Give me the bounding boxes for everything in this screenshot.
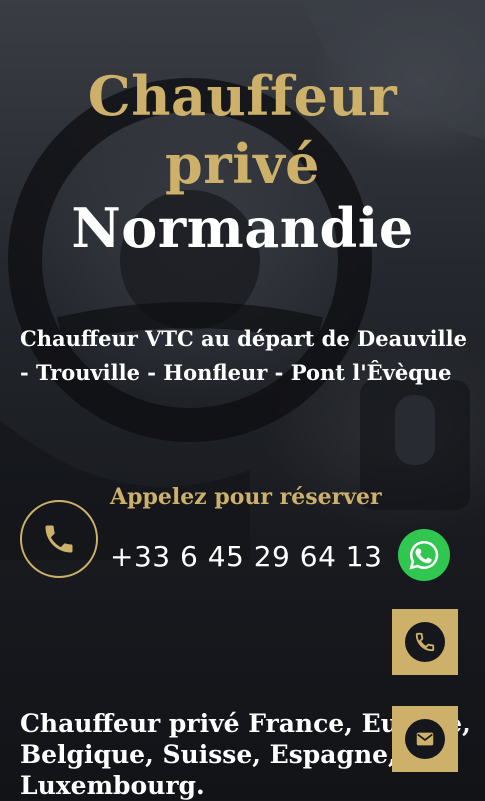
floating-call-button[interactable]	[392, 609, 458, 675]
hero-title-line-2: privé	[165, 132, 320, 196]
hero-subtitle: Chauffeur VTC au départ de Deauville - T…	[20, 326, 467, 385]
call-button[interactable]	[20, 500, 98, 578]
call-to-book-label: Appelez pour réserver	[110, 484, 382, 510]
phone-icon	[415, 632, 435, 652]
floating-email-ring	[405, 719, 445, 759]
email-icon	[416, 732, 434, 746]
phone-icon	[45, 525, 73, 553]
hero-title-line-1: Chauffeur	[87, 64, 398, 128]
hero-title-line-3: Normandie	[71, 196, 414, 260]
phone-number-link[interactable]: +33 6 45 29 64 13	[110, 540, 382, 573]
floating-call-ring	[405, 622, 445, 662]
floating-email-button[interactable]	[392, 706, 458, 772]
whatsapp-icon	[409, 540, 439, 570]
whatsapp-button[interactable]	[398, 529, 450, 581]
